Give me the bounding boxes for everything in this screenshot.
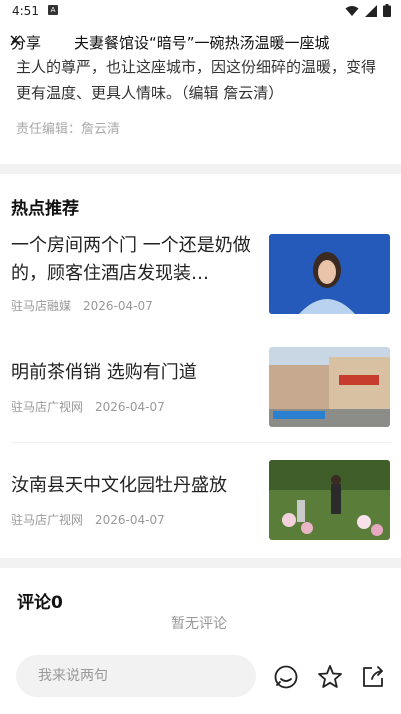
- status-bar: 4:51 A: [0, 0, 401, 24]
- share-icon[interactable]: [360, 664, 386, 690]
- item-separator: [11, 442, 391, 443]
- comment-input[interactable]: 我来说两句: [16, 655, 256, 697]
- editor-credit: 责任编辑：詹云清: [16, 122, 121, 137]
- section-divider: [0, 558, 401, 568]
- section-divider: [0, 164, 401, 174]
- news-meta: 驻马店融媒 2026-04-07: [11, 297, 153, 314]
- page-title: 夫妻餐馆设“暗号”一碗热汤温暖一座城: [74, 34, 330, 52]
- news-title[interactable]: 一个房间两个门 一个还是奶做的，顾客住酒店发现装…: [11, 232, 251, 288]
- news-date: 2026-04-07: [83, 299, 153, 313]
- news-thumbnail[interactable]: [269, 460, 390, 540]
- article-line: 更有温度、更具人情味。（编辑 詹云清）: [16, 84, 284, 102]
- street-image: [269, 347, 390, 427]
- article-body: 主人的尊严，也让这座城市，因这份细碎的温暖，变得 更有温度、更具人情味。（编辑 …: [16, 54, 386, 106]
- wifi-icon: [345, 5, 359, 16]
- news-source: 驻马店广视网: [11, 400, 84, 414]
- status-time: 4:51: [12, 4, 39, 18]
- news-meta: 驻马店广视网 2026-04-07: [11, 511, 165, 528]
- comment-icon[interactable]: [273, 664, 299, 690]
- star-icon[interactable]: [317, 664, 343, 690]
- hot-section-title: 热点推荐: [11, 199, 79, 219]
- news-meta: 驻马店广视网 2026-04-07: [11, 398, 165, 415]
- title-bar: × 分享 夫妻餐馆设“暗号”一碗热汤温暖一座城: [0, 24, 401, 58]
- news-thumbnail[interactable]: [269, 234, 390, 314]
- news-source: 驻马店融媒: [11, 299, 72, 313]
- status-a-icon: A: [48, 5, 58, 15]
- news-title[interactable]: 明前茶俏销 选购有门道: [11, 359, 251, 387]
- news-thumbnail[interactable]: [269, 347, 390, 427]
- comments-title: 评论0: [17, 593, 63, 613]
- news-date: 2026-04-07: [95, 513, 165, 527]
- peony-garden-image: [269, 460, 390, 540]
- article-line: 主人的尊严，也让这座城市，因这份细碎的温暖，变得: [16, 58, 377, 76]
- battery-icon: [383, 4, 391, 17]
- no-comments-text: 暂无评论: [171, 616, 227, 632]
- news-title[interactable]: 汝南县天中文化园牡丹盛放: [11, 472, 251, 500]
- anchor-image: [269, 234, 390, 314]
- signal-icon: [365, 4, 377, 17]
- news-date: 2026-04-07: [95, 400, 165, 414]
- bottom-bar: 我来说两句: [0, 642, 401, 714]
- news-source: 驻马店广视网: [11, 513, 84, 527]
- status-icons: [345, 4, 391, 17]
- share-button[interactable]: 分享: [11, 32, 41, 53]
